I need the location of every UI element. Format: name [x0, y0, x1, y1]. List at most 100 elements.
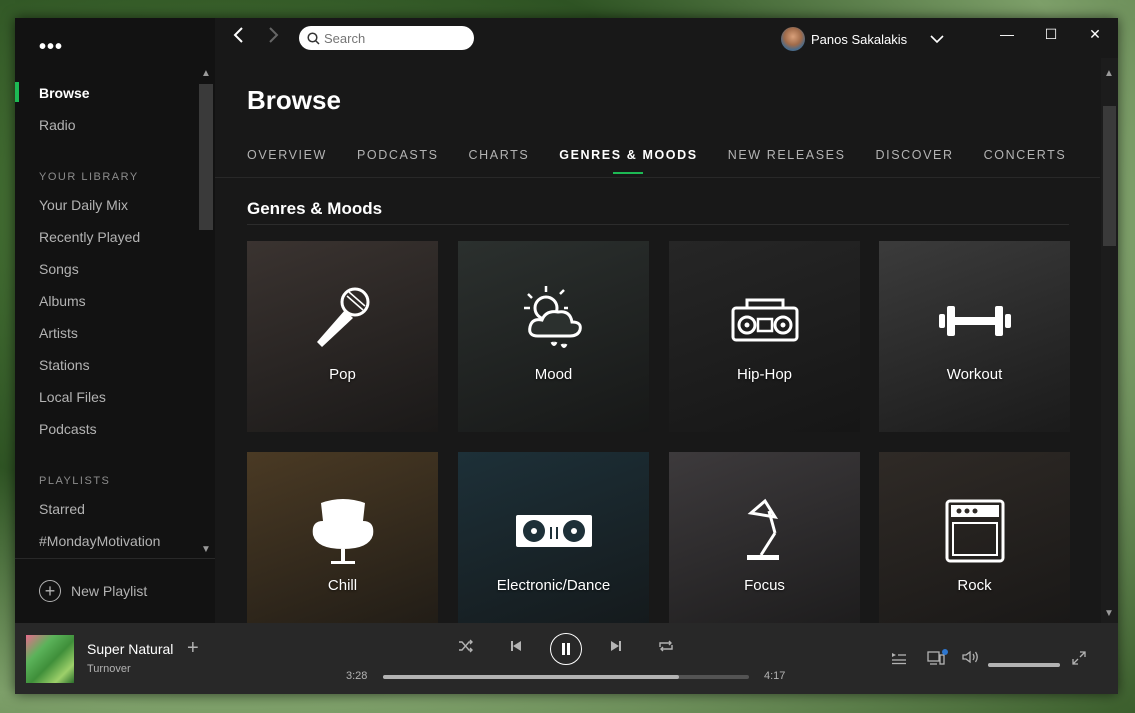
maximize-button[interactable]: ☐ [1029, 18, 1073, 50]
queue-icon [892, 653, 906, 665]
user-name: Panos Sakalakis [811, 31, 908, 47]
progress-bar[interactable] [383, 675, 749, 679]
playlists-heading: PLAYLISTS [39, 475, 111, 487]
shuffle-button[interactable] [456, 639, 476, 656]
menu-dots-button[interactable]: ••• [39, 36, 63, 59]
sidebar: ••• Browse Radio YOUR LIBRARY Your Daily… [15, 18, 215, 623]
sidebar-scroll-down-icon[interactable]: ▼ [201, 544, 211, 555]
shuffle-icon [459, 639, 473, 653]
sidebar-item-radio[interactable]: Radio [39, 115, 76, 135]
boombox-icon [731, 298, 798, 342]
genre-label: Workout [946, 366, 1003, 383]
genre-tile-workout[interactable]: Workout [879, 241, 1070, 432]
section-title: Genres & Moods [247, 199, 383, 218]
new-playlist-button[interactable]: + New Playlist [39, 580, 147, 602]
volume-fill [988, 663, 1060, 667]
amplifier-icon [945, 499, 1004, 563]
sidebar-item-browse[interactable]: Browse [39, 83, 90, 103]
device-active-dot [942, 649, 948, 655]
playlist-item-monday-motivation[interactable]: #MondayMotivation [39, 531, 160, 551]
genre-tile-mood[interactable]: Mood [458, 241, 649, 432]
avatar [781, 27, 805, 51]
sidebar-item-local-files[interactable]: Local Files [39, 387, 106, 407]
genre-label: Focus [744, 577, 785, 594]
expand-icon [1072, 651, 1086, 665]
sidebar-item-podcasts[interactable]: Podcasts [39, 419, 97, 439]
skip-forward-icon [611, 641, 621, 651]
desk-lamp-icon [746, 498, 779, 560]
track-artist[interactable]: Turnover [87, 663, 131, 675]
fullscreen-button[interactable] [1072, 651, 1086, 668]
skip-back-icon [511, 641, 521, 651]
sidebar-item-daily-mix[interactable]: Your Daily Mix [39, 195, 128, 215]
genre-label: Pop [329, 366, 356, 383]
genre-tile-focus[interactable]: Focus [669, 452, 860, 623]
chevron-down-icon [930, 35, 944, 44]
volume-slider[interactable] [988, 663, 1060, 667]
new-playlist-label: New Playlist [71, 583, 148, 599]
tab-concerts[interactable]: CONCERTS [984, 148, 1067, 170]
genre-tile-electronic-dance[interactable]: Electronic/Dance [458, 452, 649, 623]
search-input[interactable] [324, 30, 464, 46]
back-button[interactable] [231, 26, 247, 50]
main-scroll-down-icon[interactable]: ▼ [1104, 608, 1114, 619]
playlist-item-starred[interactable]: Starred [39, 499, 85, 519]
tab-podcasts[interactable]: PODCASTS [357, 148, 439, 170]
window-controls: — ☐ ✕ [985, 18, 1117, 50]
duration-time: 4:17 [764, 670, 786, 682]
pause-button[interactable] [550, 633, 582, 665]
sidebar-item-recently-played[interactable]: Recently Played [39, 227, 140, 247]
volume-icon [962, 650, 978, 664]
sidebar-item-songs[interactable]: Songs [39, 259, 79, 279]
topbar: Panos Sakalakis — ☐ ✕ [215, 18, 1118, 58]
close-button[interactable]: ✕ [1073, 18, 1117, 50]
main-scrollbar[interactable] [1103, 106, 1116, 246]
tab-new-releases[interactable]: NEW RELEASES [728, 148, 846, 170]
sidebar-scrollbar[interactable] [199, 84, 213, 230]
tab-genres-moods[interactable]: GENRES & MOODS [559, 148, 697, 174]
progress-fill [383, 675, 680, 679]
genre-tile-pop[interactable]: Pop [247, 241, 438, 432]
search-icon [307, 31, 320, 45]
sidebar-item-stations[interactable]: Stations [39, 355, 90, 375]
active-indicator [15, 82, 19, 102]
repeat-button[interactable] [656, 639, 676, 656]
sidebar-item-artists[interactable]: Artists [39, 323, 78, 343]
sidebar-scroll-up-icon[interactable]: ▲ [201, 68, 211, 79]
genre-label: Mood [534, 366, 573, 383]
browse-tabs: OVERVIEW PODCASTS CHARTS GENRES & MOODS … [247, 148, 1096, 174]
genre-tile-rock[interactable]: Rock [879, 452, 1070, 623]
turntables-icon [515, 515, 592, 547]
search-box[interactable] [299, 26, 474, 50]
chevron-left-icon [233, 27, 243, 43]
sidebar-divider [15, 558, 215, 559]
tab-charts[interactable]: CHARTS [469, 148, 530, 170]
sidebar-item-albums[interactable]: Albums [39, 291, 86, 311]
repeat-icon [659, 640, 673, 652]
genre-label: Rock [957, 577, 992, 594]
genre-label: Hip-Hop [736, 366, 793, 383]
tab-overview[interactable]: OVERVIEW [247, 148, 327, 170]
tab-discover[interactable]: DISCOVER [876, 148, 954, 170]
user-menu[interactable]: Panos Sakalakis [781, 27, 945, 51]
main-content: Panos Sakalakis — ☐ ✕ Browse OVERVIEW PO… [215, 18, 1118, 623]
chevron-right-icon [269, 27, 279, 43]
add-track-icon[interactable]: + [187, 637, 199, 660]
genre-tile-hip-hop[interactable]: Hip-Hop [669, 241, 860, 432]
album-art[interactable] [26, 635, 74, 683]
previous-button[interactable] [506, 639, 526, 655]
main-scroll-up-icon[interactable]: ▲ [1104, 68, 1114, 79]
player-bar: Super Natural Turnover + 3:28 4:17 [15, 623, 1118, 694]
egg-chair-icon [312, 499, 373, 564]
forward-button[interactable] [265, 26, 281, 50]
plus-circle-icon: + [39, 580, 61, 602]
minimize-button[interactable]: — [985, 18, 1029, 50]
next-button[interactable] [606, 639, 626, 655]
library-heading: YOUR LIBRARY [39, 171, 139, 183]
track-title[interactable]: Super Natural [87, 641, 173, 657]
genre-tile-chill[interactable]: Chill [247, 452, 438, 623]
genre-label: Electronic/Dance [496, 577, 611, 594]
volume-button[interactable] [962, 650, 980, 667]
pause-icon [562, 643, 570, 655]
queue-button[interactable] [891, 651, 907, 668]
